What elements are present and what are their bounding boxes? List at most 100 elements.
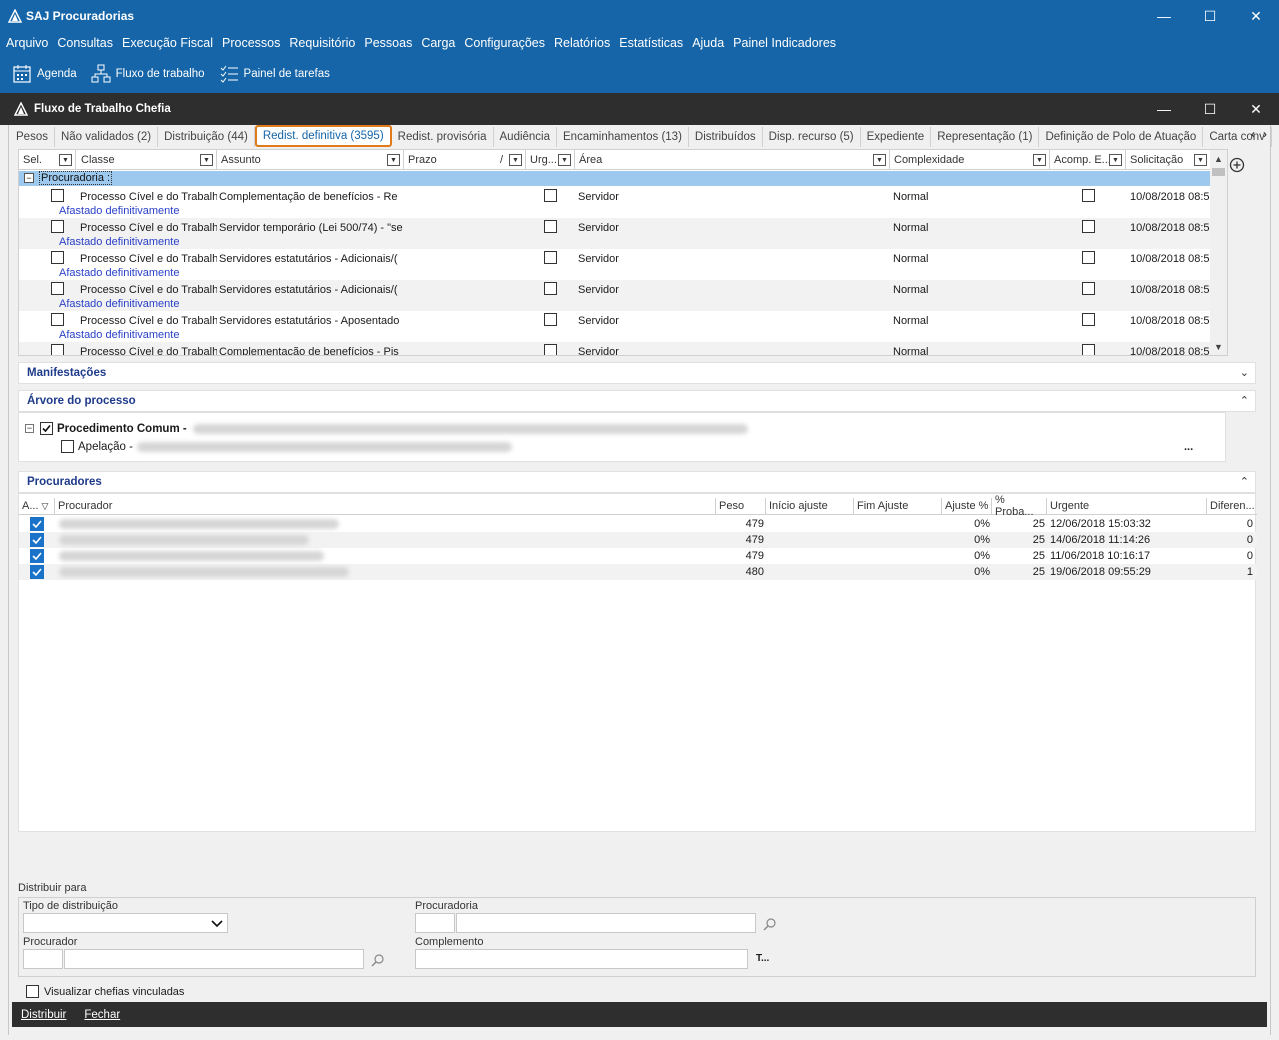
ativo-checkbox[interactable] [30,549,44,563]
section-manifestacoes[interactable]: Manifestações ⌄ [18,362,1256,384]
table-row[interactable]: Processo Cível e do Trabalho Complementa… [19,187,1211,218]
table-row[interactable]: Processo Cível e do Trabalho Complementa… [19,342,1211,355]
collapse-icon[interactable]: − [24,173,34,183]
window-close-button[interactable]: ✕ [1233,93,1279,125]
group-row-procuradoria[interactable]: − Procuradoria : [19,171,1211,186]
col-ativo[interactable]: A... ▽ [19,498,55,515]
agenda-button[interactable]: Agenda [12,64,77,84]
table-row[interactable]: Processo Cível e do Trabalho Servidores … [19,280,1211,311]
tipo-distribuicao-select[interactable] [23,913,228,933]
table-row[interactable]: Processo Cível e do Trabalho Servidores … [19,249,1211,280]
chevron-up-icon[interactable]: ⌃ [1240,394,1249,407]
distribuir-button[interactable]: Distribuir [21,1009,66,1021]
fechar-button[interactable]: Fechar [84,1009,120,1021]
tab-scroll-right-icon[interactable]: › [1263,127,1267,141]
filter-dropdown-icon[interactable]: ▼ [387,154,400,166]
menu-processos[interactable]: Processos [222,36,280,50]
close-button[interactable]: ✕ [1233,0,1279,32]
col-area[interactable]: Área ▼ [575,150,890,170]
row-select-checkbox[interactable] [51,189,64,202]
painel-tarefas-button[interactable]: Painel de tarefas [219,64,330,84]
ativo-checkbox[interactable] [30,517,44,531]
tree-root-checkbox[interactable] [40,422,53,435]
tab-representacao[interactable]: Representação (1) [931,127,1040,147]
menu-execucao-fiscal[interactable]: Execução Fiscal [122,36,213,50]
row-select-checkbox[interactable] [51,251,64,264]
search-icon[interactable] [763,917,777,931]
acomp-checkbox[interactable] [1082,220,1095,233]
chevron-up-icon[interactable]: ⌃ [1240,475,1249,488]
fluxo-trabalho-button[interactable]: Fluxo de trabalho [91,64,205,84]
ativo-checkbox[interactable] [30,533,44,547]
acomp-checkbox[interactable] [1082,189,1095,202]
urgente-checkbox[interactable] [544,344,557,355]
collapse-icon[interactable]: − [25,424,34,433]
col-assunto[interactable]: Assunto ▼ [217,150,404,170]
filter-dropdown-icon[interactable]: ▼ [1033,154,1046,166]
tab-definicao-polo[interactable]: Definição de Polo de Atuação [1039,127,1204,147]
visualizar-chefias-option[interactable]: Visualizar chefias vinculadas [26,985,184,998]
urgente-checkbox[interactable] [544,282,557,295]
row-select-checkbox[interactable] [51,220,64,233]
complemento-input[interactable] [415,949,748,969]
procurador-code-input[interactable] [23,949,63,969]
grid-vertical-scrollbar[interactable]: ▲ ▼ [1210,150,1227,355]
menu-painel-indicadores[interactable]: Painel Indicadores [733,36,836,50]
chevron-down-icon[interactable]: ⌄ [1240,366,1249,379]
menu-consultas[interactable]: Consultas [57,36,113,50]
tab-expediente[interactable]: Expediente [861,127,932,147]
tree-child-checkbox[interactable] [61,440,74,453]
filter-dropdown-icon[interactable]: ▼ [1109,154,1122,166]
procuradoria-code-input[interactable] [415,913,455,933]
section-arvore-processo[interactable]: Árvore do processo ⌃ [18,390,1256,412]
tree-child-node[interactable]: Apelação - [61,440,512,453]
urgente-checkbox[interactable] [544,313,557,326]
scroll-thumb[interactable] [1212,168,1225,176]
acomp-checkbox[interactable] [1082,344,1095,355]
filter-dropdown-icon[interactable]: ▼ [509,154,522,166]
acomp-checkbox[interactable] [1082,251,1095,264]
menu-requisitorio[interactable]: Requisitório [289,36,355,50]
menu-configuracoes[interactable]: Configurações [464,36,545,50]
filter-dropdown-icon[interactable]: ▼ [873,154,886,166]
col-urgente[interactable]: Urg... ▼ [526,150,575,170]
table-row[interactable]: 479 0% 25 11/06/2018 10:16:17 0 [19,548,1257,564]
tab-encaminhamentos[interactable]: Encaminhamentos (13) [557,127,689,147]
col-peso[interactable]: Peso [716,498,766,515]
menu-carga[interactable]: Carga [421,36,455,50]
col-acomp[interactable]: Acomp. E... ▼ [1050,150,1126,170]
tab-disp-recurso[interactable]: Disp. recurso (5) [763,127,861,147]
minimize-button[interactable]: — [1141,0,1187,32]
tab-redist-definitiva[interactable]: Redist. definitiva (3595) [254,125,392,147]
table-row[interactable]: 479 0% 25 14/06/2018 11:14:26 0 [19,532,1257,548]
col-prazo[interactable]: Prazo / ▼ [404,150,526,170]
tab-scroll-left-icon[interactable]: ‹ [1251,127,1255,141]
urgente-checkbox[interactable] [544,251,557,264]
urgente-checkbox[interactable] [544,220,557,233]
procuradoria-name-input[interactable] [456,913,756,933]
acomp-checkbox[interactable] [1082,282,1095,295]
tree-root-node[interactable]: − Procedimento Comum - [25,422,748,435]
filter-dropdown-icon[interactable]: ▼ [1194,154,1207,166]
col-classe[interactable]: Classe ▼ [77,150,217,170]
maximize-button[interactable]: ☐ [1187,0,1233,32]
ativo-checkbox[interactable] [30,565,44,579]
window-minimize-button[interactable]: — [1141,93,1187,125]
col-urgente[interactable]: Urgente [1047,498,1207,515]
tab-nao-validados[interactable]: Não validados (2) [55,127,159,147]
col-ajuste-pct[interactable]: Ajuste % [942,498,992,515]
filter-dropdown-icon[interactable]: ▼ [200,154,213,166]
filter-dropdown-icon[interactable]: ▼ [59,154,72,166]
col-complexidade[interactable]: Complexidade ▼ [890,150,1050,170]
menu-pessoas[interactable]: Pessoas [364,36,412,50]
menu-arquivo[interactable]: Arquivo [6,36,48,50]
row-select-checkbox[interactable] [51,282,64,295]
col-fim-ajuste[interactable]: Fim Ajuste [854,498,942,515]
table-row[interactable]: Processo Cível e do Trabalho Servidor te… [19,218,1211,249]
tab-pesos[interactable]: Pesos [10,127,55,147]
col-solicitacao[interactable]: Solicitação ▼ [1126,150,1211,170]
tab-audiencia[interactable]: Audiência [494,127,558,147]
filter-icon[interactable]: ▽ [42,501,49,512]
col-sel[interactable]: Sel. ▼ [19,150,76,170]
col-diferenca[interactable]: Diferen... [1207,498,1257,515]
